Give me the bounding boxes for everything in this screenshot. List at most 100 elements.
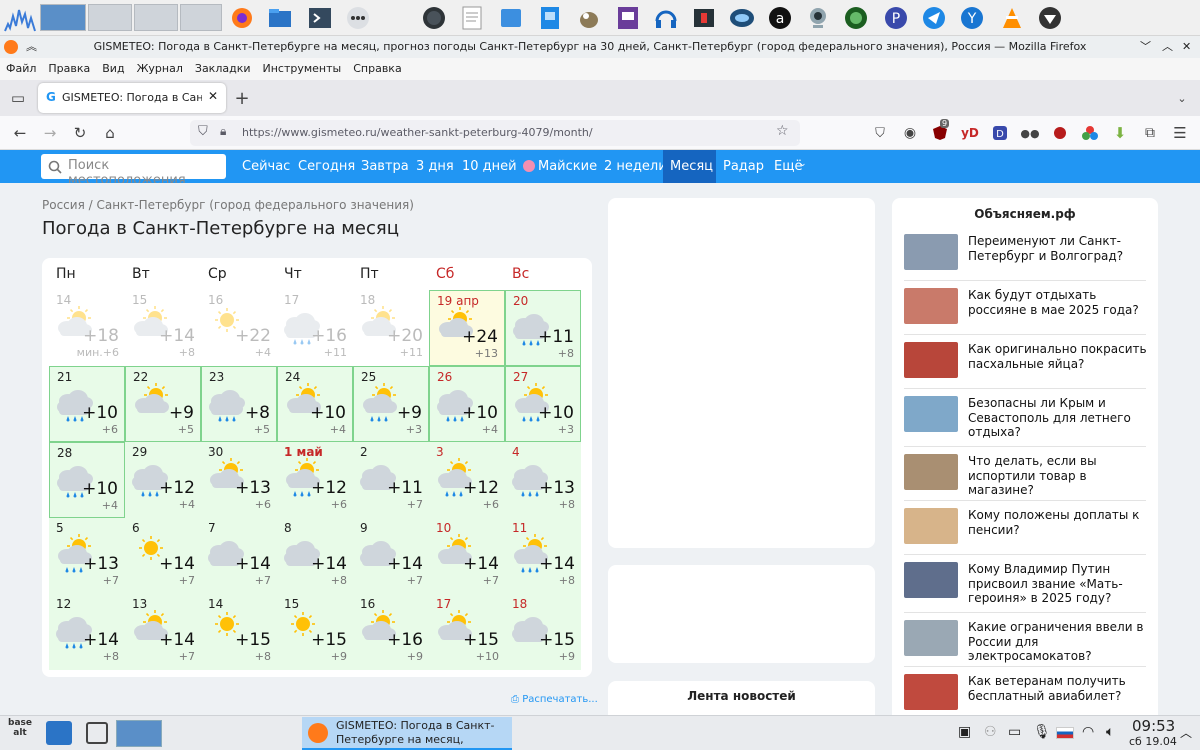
microphone-tray-icon[interactable]: 🎙︎ — [1033, 724, 1051, 740]
menu-bookmarks[interactable]: Закладки — [195, 62, 251, 75]
calendar-day[interactable]: 11 +14 +8 — [505, 518, 581, 594]
calendar-day[interactable]: 17 +15 +10 — [429, 594, 505, 670]
calendar-day[interactable]: 16 +16 +9 — [353, 594, 429, 670]
calendar-day[interactable]: 4 +13 +8 — [505, 442, 581, 518]
wifi-tray-icon[interactable]: ◠ — [1082, 724, 1094, 740]
calendar-day[interactable]: 30 +13 +6 — [201, 442, 277, 518]
calendar-day[interactable]: 20 +11 +8 — [505, 290, 581, 366]
app-launcher-8-icon[interactable]: P — [882, 4, 910, 32]
extension-d-icon[interactable]: D — [988, 121, 1012, 145]
news-thumbnail[interactable] — [904, 342, 958, 378]
app-menu-icon[interactable]: ☰ — [1168, 121, 1192, 145]
nav-radar[interactable]: Радар — [723, 150, 764, 183]
list-all-tabs-icon[interactable]: ⌄ — [1170, 86, 1194, 110]
tab-overview-icon[interactable]: ▭ — [6, 86, 30, 110]
nav-now[interactable]: Сейчас — [242, 150, 290, 183]
app-launcher-5-icon[interactable] — [728, 4, 756, 32]
calendar-day[interactable]: 22 +9 +5 — [125, 366, 201, 442]
url-text[interactable]: https://www.gismeteo.ru/weather-sankt-pe… — [242, 126, 593, 139]
menu-history[interactable]: Журнал — [137, 62, 183, 75]
clock-time[interactable]: 09:53 — [1132, 717, 1175, 735]
clipboard-tray-icon[interactable]: ▣ — [958, 724, 971, 740]
pager-desktop-4[interactable] — [180, 4, 222, 31]
minimize-button[interactable]: ﹀ — [1140, 36, 1151, 58]
nav-2-weeks[interactable]: 2 недели — [604, 150, 667, 183]
tracking-shield-icon[interactable]: ⛉ — [198, 124, 208, 139]
forward-button[interactable]: → — [38, 121, 62, 145]
news-headline[interactable]: Безопасны ли Крым и Севастополь для летн… — [968, 396, 1148, 440]
news-thumbnail[interactable] — [904, 454, 958, 490]
keep-above-icon[interactable]: ︽ — [26, 36, 37, 58]
calendar-day[interactable]: 29 +12 +4 — [125, 442, 201, 518]
calendar-day[interactable]: 23 +8 +5 — [201, 366, 277, 442]
yandex-browser-icon[interactable]: Y — [958, 4, 986, 32]
calendar-day[interactable]: 8 +14 +8 — [277, 518, 353, 594]
app-launcher-7-icon[interactable] — [842, 4, 870, 32]
nav-may-holidays[interactable]: Майские — [538, 150, 597, 183]
calendar-day[interactable]: 25 +9 +3 — [353, 366, 429, 442]
app-launcher-2-icon[interactable] — [497, 4, 525, 32]
pager-desktop-3[interactable] — [134, 4, 178, 31]
gimp-icon[interactable] — [575, 4, 603, 32]
calendar-day[interactable]: 1 май +12 +6 — [277, 442, 353, 518]
calendar-day[interactable]: 28 +10 +4 — [49, 442, 125, 518]
side-news-item[interactable]: Безопасны ли Крым и Севастополь для летн… — [904, 396, 1154, 450]
close-button[interactable]: ✕ — [1182, 36, 1191, 58]
extensions-puzzle-icon[interactable]: ⧉ — [1138, 121, 1162, 145]
news-headline[interactable]: Что делать, если вы испортили товар в ма… — [968, 454, 1148, 498]
keyboard-layout-flag-icon[interactable] — [1056, 727, 1074, 739]
audio-player-icon[interactable] — [652, 4, 680, 32]
news-headline[interactable]: Как ветеранам получить бесплатный авиаби… — [968, 674, 1148, 703]
menu-help[interactable]: Справка — [353, 62, 401, 75]
nav-3-days[interactable]: 3 дня — [416, 150, 454, 183]
file-manager-icon[interactable] — [266, 4, 294, 32]
calendar-day[interactable]: 10 +14 +7 — [429, 518, 505, 594]
tray-expand-icon[interactable]: ︿ — [1180, 724, 1192, 741]
news-thumbnail[interactable] — [904, 674, 958, 710]
tab-active[interactable]: G GISMETEO: Погода в Санкт-Пет ✕ — [38, 83, 226, 113]
volume-tray-icon[interactable]: 🔈︎ — [1106, 724, 1114, 740]
more-apps-icon[interactable] — [344, 4, 372, 32]
calendar-day[interactable]: 9 +14 +7 — [353, 518, 429, 594]
extension-red-icon[interactable] — [1048, 121, 1072, 145]
calendar-day[interactable]: 13 +14 +7 — [125, 594, 201, 670]
terminal-icon[interactable] — [306, 4, 334, 32]
calendar-day[interactable]: 6 +14 +7 — [125, 518, 201, 594]
app-launcher-4-icon[interactable] — [614, 4, 642, 32]
nav-today[interactable]: Сегодня — [298, 150, 355, 183]
extension-circles-icon[interactable]: ●● — [1018, 121, 1042, 145]
webcam-icon[interactable] — [804, 4, 832, 32]
battery-tray-icon[interactable]: ▭ — [1008, 724, 1021, 740]
vlc-icon[interactable] — [998, 4, 1026, 32]
start-menu-button[interactable]: base alt — [4, 718, 36, 748]
extension-color-icon[interactable] — [1078, 121, 1102, 145]
side-news-item[interactable]: Как ветеранам получить бесплатный авиаби… — [904, 674, 1154, 715]
download-icon[interactable]: ⬇ — [1108, 121, 1132, 145]
tab-close-icon[interactable]: ✕ — [208, 89, 218, 103]
pocket-icon[interactable]: ⛉ — [868, 121, 892, 145]
news-thumbnail[interactable] — [904, 508, 958, 544]
news-thumbnail[interactable] — [904, 620, 958, 656]
location-search[interactable]: Поиск местоположения — [41, 154, 226, 188]
video-editor-icon[interactable] — [690, 4, 718, 32]
clock-date[interactable]: сб 19.04 — [1129, 735, 1177, 748]
news-thumbnail[interactable] — [904, 234, 958, 270]
extension-ublock-icon[interactable]: 9 — [928, 119, 952, 145]
calendar-day[interactable]: 14 +15 +8 — [201, 594, 277, 670]
window-titlebar[interactable]: ︽ GISMETEO: Погода в Санкт-Петербурге на… — [0, 36, 1200, 58]
calendar-day[interactable]: 3 +12 +6 — [429, 442, 505, 518]
account-icon[interactable]: ◉ — [898, 121, 922, 145]
menu-view[interactable]: Вид — [102, 62, 124, 75]
calendar-day[interactable]: 26 +10 +4 — [429, 366, 505, 442]
pager-desktop-2[interactable] — [88, 4, 132, 31]
lock-icon[interactable]: 🔒︎ — [220, 124, 226, 139]
menu-tools[interactable]: Инструменты — [263, 62, 342, 75]
reload-button[interactable]: ↻ — [68, 121, 92, 145]
app-launcher-1-icon[interactable] — [420, 4, 448, 32]
url-bar[interactable]: ⛉ 🔒︎ https://www.gismeteo.ru/weather-san… — [190, 120, 800, 146]
news-headline[interactable]: Как будут отдыхать россияне в мае 2025 г… — [968, 288, 1148, 317]
news-thumbnail[interactable] — [904, 396, 958, 432]
menu-file[interactable]: Файл — [6, 62, 36, 75]
firefox-launcher-icon[interactable] — [228, 4, 256, 32]
calendar-day[interactable]: 18 +15 +9 — [505, 594, 581, 670]
